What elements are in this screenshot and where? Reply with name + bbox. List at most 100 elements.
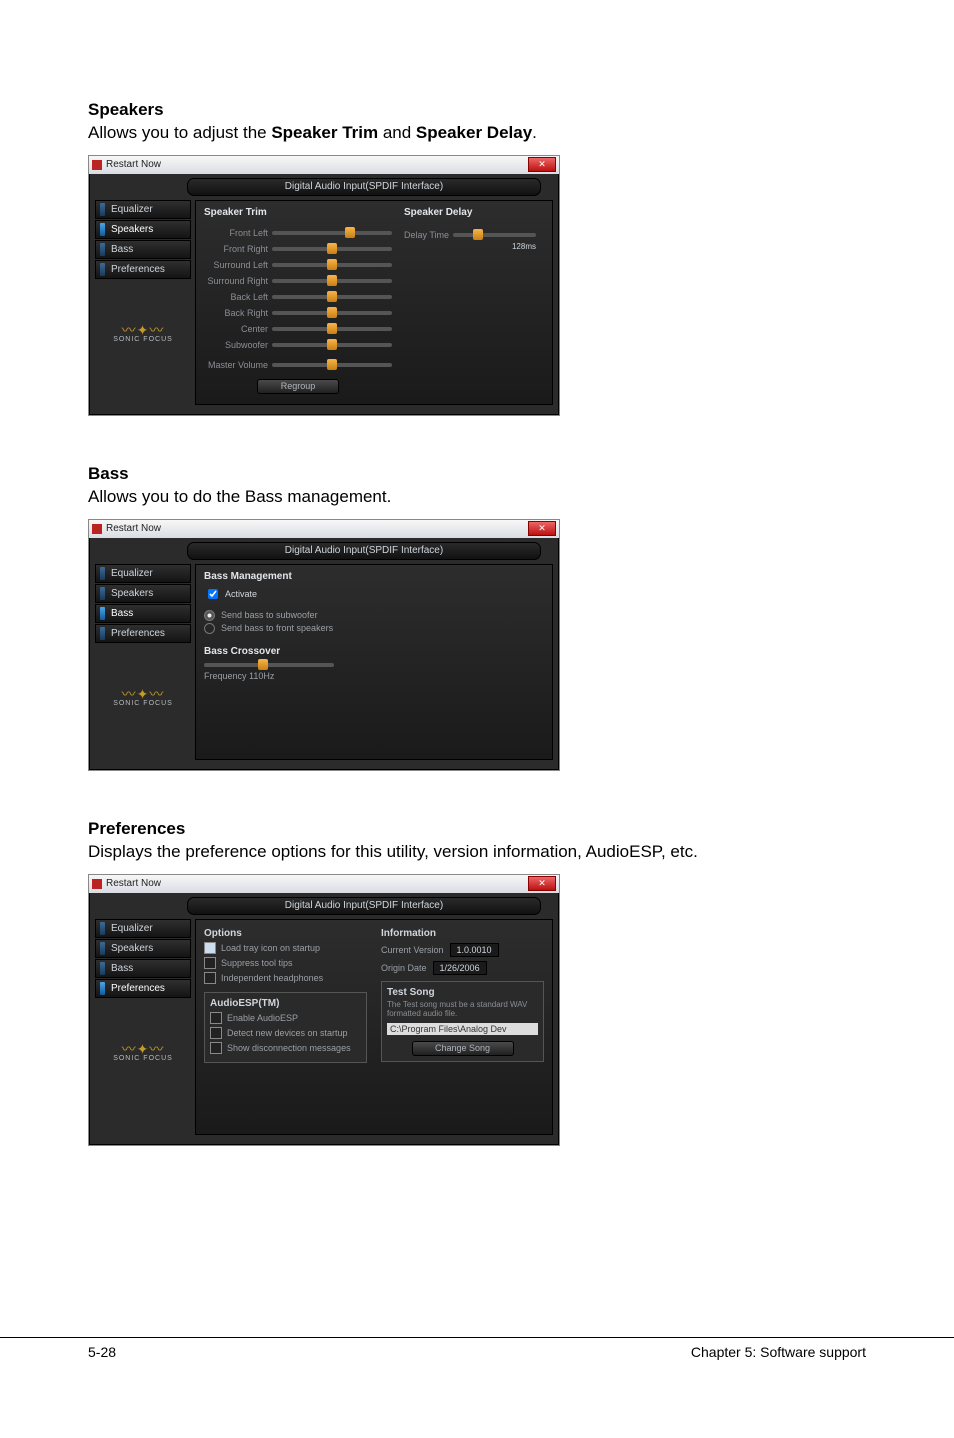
- slider-label: Front Left: [204, 228, 272, 238]
- logo-icon: 〰✦〰: [95, 1045, 191, 1055]
- tab-label: Speakers: [111, 588, 153, 599]
- tab-preferences[interactable]: Preferences: [95, 260, 191, 279]
- tab-label: Preferences: [111, 264, 165, 275]
- brand-logo: 〰✦〰 SONIC FOCUS: [95, 326, 191, 343]
- change-song-button[interactable]: Change Song: [412, 1041, 514, 1056]
- delay-unit: 128ms: [404, 242, 536, 251]
- test-desc: The Test song must be a standard WAV for…: [387, 1000, 538, 1019]
- tab-label: Equalizer: [111, 204, 153, 215]
- slider-delay-time[interactable]: Delay Time: [404, 230, 536, 240]
- close-button[interactable]: ✕: [528, 157, 556, 172]
- regroup-button[interactable]: Regroup: [257, 379, 339, 394]
- slider-label: Subwoofer: [204, 340, 272, 350]
- tab-speakers[interactable]: Speakers: [95, 584, 191, 603]
- tab-label: Bass: [111, 244, 133, 255]
- opt-suppress-tips[interactable]: Suppress tool tips: [204, 957, 367, 969]
- crossover-freq: Frequency 110Hz: [204, 671, 544, 681]
- radio-send-front[interactable]: Send bass to front speakers: [204, 623, 544, 634]
- logo-icon: 〰✦〰: [95, 326, 191, 336]
- slider-back-right[interactable]: Back Right: [204, 306, 392, 321]
- text: Speaker Trim: [271, 123, 378, 142]
- slider-front-right[interactable]: Front Right: [204, 242, 392, 257]
- tab-label: Speakers: [111, 224, 153, 235]
- device-banner[interactable]: Digital Audio Input(SPDIF Interface): [187, 178, 541, 196]
- slider-front-left[interactable]: Front Left: [204, 226, 392, 241]
- info-label: Origin Date: [381, 963, 427, 973]
- opt-show-disconnect[interactable]: Show disconnection messages: [210, 1042, 361, 1054]
- tab-bass[interactable]: Bass: [95, 959, 191, 978]
- tab-preferences[interactable]: Preferences: [95, 624, 191, 643]
- slider-label: Surround Left: [204, 260, 272, 270]
- prefs-window: Restart Now ✕ Digital Audio Input(SPDIF …: [88, 874, 560, 1146]
- app-icon: [92, 524, 102, 534]
- device-banner[interactable]: Digital Audio Input(SPDIF Interface): [187, 542, 541, 560]
- speakers-desc: Allows you to adjust the Speaker Trim an…: [88, 122, 866, 145]
- checkbox-label: Activate: [225, 589, 257, 599]
- tab-bass[interactable]: Bass: [95, 240, 191, 259]
- tab-equalizer[interactable]: Equalizer: [95, 564, 191, 583]
- opt-enable-esp[interactable]: Enable AudioESP: [210, 1012, 361, 1024]
- test-title: Test Song: [387, 987, 538, 998]
- tab-bass[interactable]: Bass: [95, 604, 191, 623]
- speakers-panel: Speaker Trim Speaker Delay Front Left Fr…: [195, 200, 553, 405]
- activate-checkbox[interactable]: Activate: [204, 586, 544, 602]
- slider-label: Center: [204, 324, 272, 334]
- close-button[interactable]: ✕: [528, 521, 556, 536]
- device-banner[interactable]: Digital Audio Input(SPDIF Interface): [187, 897, 541, 915]
- tab-equalizer[interactable]: Equalizer: [95, 200, 191, 219]
- opt-indep-headphones[interactable]: Independent headphones: [204, 972, 367, 984]
- slider-surround-right[interactable]: Surround Right: [204, 274, 392, 289]
- test-song-box: Test Song The Test song must be a standa…: [381, 981, 544, 1062]
- opt-tray-icon[interactable]: Load tray icon on startup: [204, 942, 367, 954]
- radio-label: Send bass to front speakers: [221, 623, 333, 633]
- logo-text: SONIC FOCUS: [95, 336, 191, 343]
- titlebar: Restart Now ✕: [89, 520, 559, 538]
- slider-center[interactable]: Center: [204, 322, 392, 337]
- sidebar-tabs: Equalizer Speakers Bass Preferences: [95, 919, 191, 999]
- audioesp-title: AudioESP(TM): [210, 998, 361, 1009]
- checkbox-input[interactable]: [208, 589, 218, 599]
- checkbox-label: Enable AudioESP: [227, 1013, 298, 1023]
- tab-equalizer[interactable]: Equalizer: [95, 919, 191, 938]
- logo-text: SONIC FOCUS: [95, 700, 191, 707]
- bass-desc: Allows you to do the Bass management.: [88, 486, 866, 509]
- bass-panel: Bass Management Activate Send bass to su…: [195, 564, 553, 760]
- info-label: Current Version: [381, 945, 444, 955]
- test-path-field[interactable]: C:\Program Files\Analog Dev: [387, 1023, 538, 1035]
- radio-send-sub[interactable]: Send bass to subwoofer: [204, 610, 544, 621]
- prefs-panel: Options Load tray icon on startup Suppre…: [195, 919, 553, 1135]
- checkbox-label: Detect new devices on startup: [227, 1028, 348, 1038]
- slider-back-left[interactable]: Back Left: [204, 290, 392, 305]
- radio-label: Send bass to subwoofer: [221, 610, 318, 620]
- text: and: [378, 123, 416, 142]
- opt-detect-devices[interactable]: Detect new devices on startup: [210, 1027, 361, 1039]
- window-title: Restart Now: [106, 878, 161, 889]
- tab-label: Speakers: [111, 943, 153, 954]
- bass-title: Bass Management: [204, 571, 544, 582]
- slider-label: Back Right: [204, 308, 272, 318]
- tab-preferences[interactable]: Preferences: [95, 979, 191, 998]
- delay-heading: Speaker Delay: [404, 207, 472, 218]
- chapter-label: Chapter 5: Software support: [691, 1344, 866, 1360]
- page-number: 5-28: [88, 1344, 116, 1360]
- speakers-window: Restart Now ✕ Digital Audio Input(SPDIF …: [88, 155, 560, 416]
- text: Speaker Delay: [416, 123, 532, 142]
- close-button[interactable]: ✕: [528, 876, 556, 891]
- bass-heading: Bass: [88, 464, 866, 484]
- slider-master[interactable]: Master Volume: [204, 358, 392, 373]
- window-title: Restart Now: [106, 159, 161, 170]
- info-date: Origin Date 1/26/2006: [381, 961, 544, 975]
- window-title: Restart Now: [106, 523, 161, 534]
- checkbox-label: Independent headphones: [221, 973, 323, 983]
- slider-surround-left[interactable]: Surround Left: [204, 258, 392, 273]
- delay-label: Delay Time: [404, 230, 449, 240]
- crossover-slider[interactable]: [204, 663, 334, 667]
- app-icon: [92, 160, 102, 170]
- app-icon: [92, 879, 102, 889]
- info-value: 1.0.0010: [450, 943, 499, 957]
- slider-subwoofer[interactable]: Subwoofer: [204, 338, 392, 353]
- tab-label: Preferences: [111, 983, 165, 994]
- tab-speakers[interactable]: Speakers: [95, 220, 191, 239]
- speakers-heading: Speakers: [88, 100, 866, 120]
- tab-speakers[interactable]: Speakers: [95, 939, 191, 958]
